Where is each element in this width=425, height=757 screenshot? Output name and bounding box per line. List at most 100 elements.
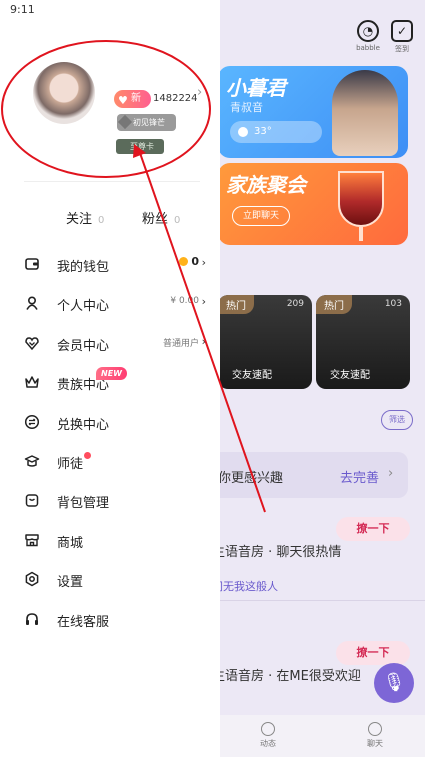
room-tag: 热门 [316,295,352,314]
room-count: 209 [286,299,304,309]
feed-line-3: 主语音房 · 在ME很受欢迎 [212,669,361,684]
menu-label: 我的钱包 [57,260,110,275]
star-icon [261,722,275,736]
microphone-icon: 🎙 [382,672,406,693]
member-level: 普通用户 [162,338,199,349]
chevron-right-icon: › [201,295,206,309]
feed-line-1: 主语音房 · 聊天很热情 [212,545,342,560]
crown-icon [24,374,40,390]
interest-text: 你更感兴趣 [218,471,284,486]
user-avatar[interactable] [33,62,95,124]
menu-item-store[interactable]: 商城 [0,520,220,559]
menu-item-settings[interactable]: 设置 [0,559,220,598]
character-illustration [332,70,398,156]
top-icon-2-label: 签到 [395,45,409,53]
banner-subtitle: 青叔音 [230,101,263,114]
new-user-badge: ♥ 新 [114,90,151,108]
filter-label: 筛选 [389,415,405,424]
balance-value: ¥ 0.00 [170,296,199,307]
room-tag: 热门 [218,295,254,314]
menu-item-personal-center[interactable]: 个人中心 ¥ 0.00 › [0,283,220,322]
profile-chevron-icon[interactable]: › [197,85,202,100]
room-card-1[interactable]: 热门 209 交友速配 [218,295,312,389]
top-icon-1[interactable]: ◔ babble [352,20,384,52]
headset-icon [24,611,40,627]
top-icon-1-label: babble [356,44,380,52]
tab-moments[interactable]: 动态 [248,722,288,749]
coin-icon [179,257,189,266]
new-badge-label: 新 [131,93,141,104]
checkbox-icon: ✓ [391,20,413,42]
top-icon-2[interactable]: ✓ 签到 [386,20,418,54]
exchange-icon [24,414,40,430]
menu-label: 背包管理 [57,496,110,512]
status-time: 9:11 [10,3,35,16]
chat-now-button[interactable]: 立即聊天 [232,206,290,226]
new-tag: NEW [96,367,127,381]
user-id: 1482224 [153,93,198,104]
menu-label: 商城 [57,535,84,551]
divider [24,181,200,182]
tab-chat-label: 聊天 [367,739,383,748]
divider [220,600,425,601]
banner-title: 小暮君 [226,76,286,100]
menu-item-customer-service[interactable]: 在线客服 [0,599,220,638]
chat-icon [368,722,382,736]
feed-line-2: 间无我这般人 [212,580,278,593]
coin-value: 0 [191,255,199,268]
wallet-icon [24,256,40,272]
menu-label: 兑换中心 [57,417,110,433]
person-icon [24,295,40,311]
room-count: 103 [384,299,402,309]
fans-count: 0 [174,215,181,226]
room-title: 交友速配 [330,370,370,381]
chat-bubble-icon: ◔ [357,20,379,42]
complete-profile-link[interactable]: 去完善 [340,467,379,486]
following-label: 关注 [66,212,93,227]
following-link[interactable]: 关注 0 [66,208,104,227]
notification-dot [84,451,91,459]
menu-label: 在线客服 [57,614,110,630]
wine-stem [359,227,363,241]
tab-chat[interactable]: 聊天 [355,722,395,749]
level-badge: 至尊卡 [116,139,164,154]
chevron-right-icon: › [388,466,394,481]
drawer-menu: 我的钱包 0 › 个人中心 ¥ 0.00 › 会员中心 普通用户 › 贵族中心 … [0,244,220,638]
filter-button[interactable]: 筛选 [381,410,413,430]
flirt-button-1[interactable]: 撩一下 [336,517,410,541]
side-drawer: 9:11 ♥ 新 1482224 初见锋芒 至尊卡 › 关注 0 粉丝 0 我的钱包… [0,0,220,757]
rank-badge: 初见锋芒 [117,114,176,131]
graduation-cap-icon [24,453,40,469]
heart-icon: ♥ [118,94,128,107]
chevron-right-icon: › [201,256,206,269]
banner-voice[interactable]: 小暮君 青叔音 33° [218,66,408,158]
heart-shield-icon [24,335,40,351]
coin-balance: 0 [179,255,199,268]
banner-family[interactable]: 家族聚会 立即聊天 [218,163,408,245]
menu-item-nobility[interactable]: 贵族中心 NEW [0,362,220,401]
menu-label: 个人中心 [57,299,110,315]
tab-moments-label: 动态 [260,739,276,748]
backpack-icon [24,492,40,508]
menu-label: 师徒 [57,456,84,472]
room-title: 交友速配 [232,370,272,381]
menu-item-backpack[interactable]: 背包管理 [0,480,220,519]
menu-item-exchange[interactable]: 兑换中心 [0,402,220,441]
menu-item-mentor[interactable]: 师徒 [0,441,220,480]
interest-row[interactable]: 你更感兴趣 去完善 › [210,452,408,498]
room-card-2[interactable]: 热门 103 交友速配 [316,295,410,389]
chevron-right-icon: › [201,334,206,348]
fans-link[interactable]: 粉丝 0 [142,208,180,227]
banner2-title: 家族聚会 [226,173,306,197]
flirt-button-2[interactable]: 撩一下 [336,641,410,665]
following-count: 0 [98,215,105,226]
menu-item-wallet[interactable]: 我的钱包 0 › [0,244,220,283]
menu-label: 会员中心 [57,338,110,354]
weather-pill: 33° [230,121,322,143]
menu-item-membership[interactable]: 会员中心 普通用户 › [0,323,220,362]
weather-text: 33° [254,126,272,137]
mic-button[interactable]: 🎙 [374,663,414,703]
menu-label: 设置 [57,575,84,591]
wine-glass-illustration [338,171,384,227]
settings-icon [24,571,40,587]
